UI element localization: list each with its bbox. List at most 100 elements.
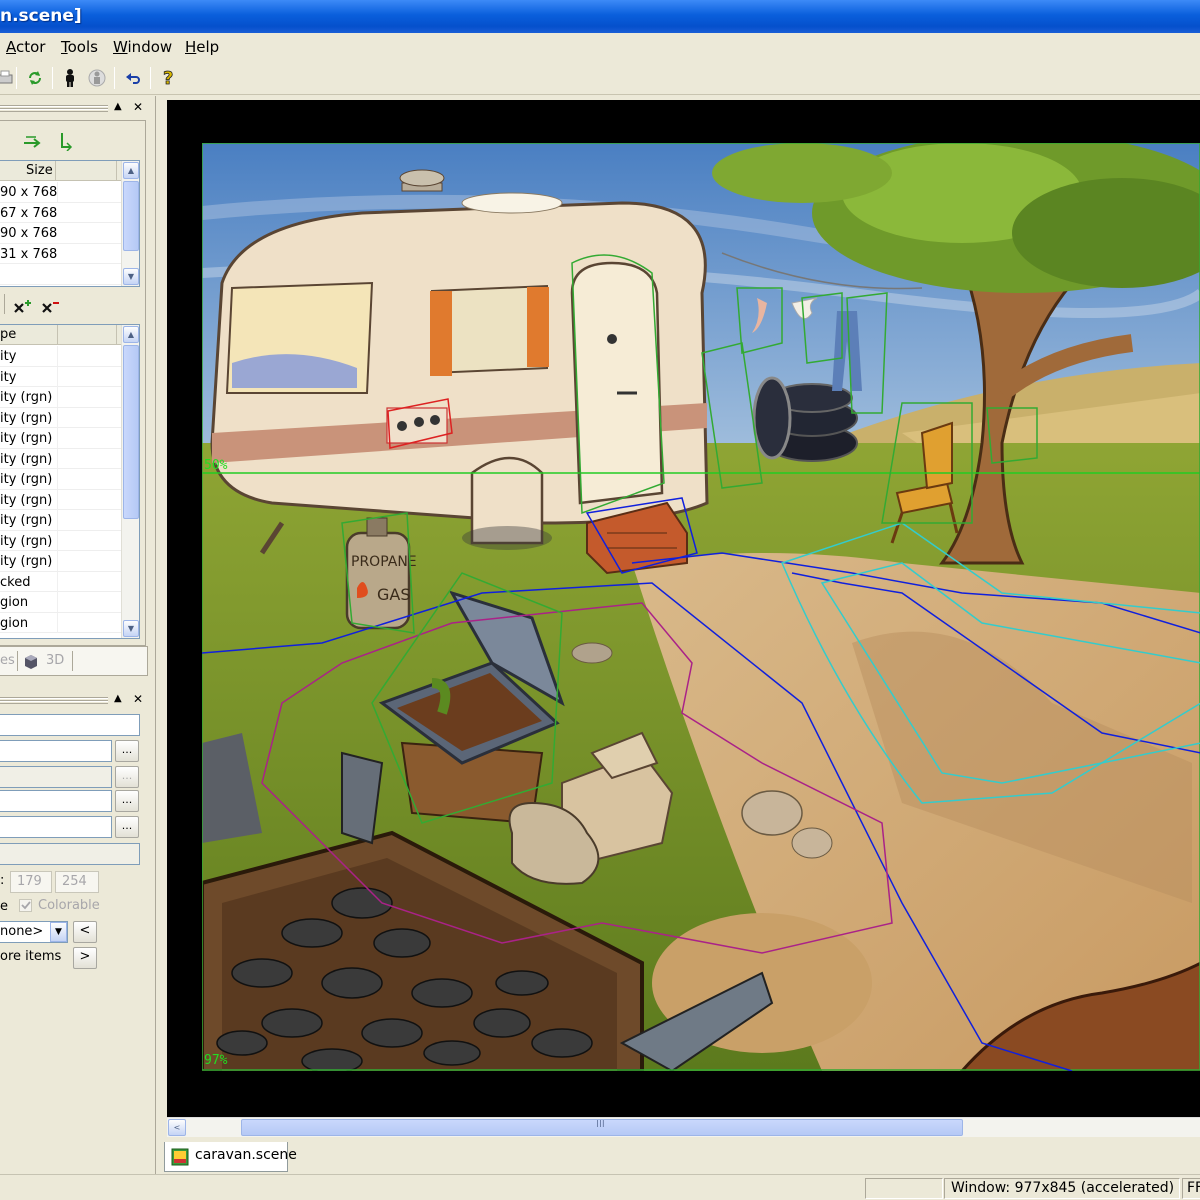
more-items-label: ore items <box>0 949 62 964</box>
column-header-size[interactable]: Size <box>26 163 53 178</box>
menu-tools[interactable]: Tools <box>61 38 98 56</box>
list-item-label: ity (rgn) <box>0 554 53 569</box>
refresh-icon[interactable] <box>24 67 46 89</box>
document-tabs: caravan.scene <box>156 1140 1200 1174</box>
scene-file-icon <box>171 1148 189 1170</box>
panel2-collapse-icon[interactable]: ▲ <box>114 693 122 704</box>
list-item-label: ity (rgn) <box>0 390 53 405</box>
list-item-label: ity (rgn) <box>0 513 53 528</box>
list-item-label: gion <box>0 595 29 610</box>
list-item[interactable]: ity (rgn) <box>0 551 121 572</box>
list-item[interactable]: ity <box>0 366 121 387</box>
list-item[interactable]: ity (rgn) <box>0 469 121 490</box>
property-field-1[interactable] <box>0 740 112 762</box>
state-combo[interactable]: none> ▼ <box>0 921 68 943</box>
list-item[interactable]: gion <box>0 592 121 613</box>
menu-help[interactable]: Help <box>185 38 219 56</box>
title-bar[interactable]: n.scene] <box>0 0 1200 33</box>
tab-caravan-scene[interactable]: caravan.scene <box>164 1142 297 1172</box>
inactive-actor-icon[interactable] <box>86 67 108 89</box>
tab-entities[interactable]: es <box>0 653 15 668</box>
zoom-bottom-label: 97% <box>204 1053 228 1068</box>
property-field-3[interactable] <box>0 790 112 812</box>
panel-collapse-icon[interactable]: ▲ <box>114 101 122 112</box>
coord-x-field[interactable]: 179 <box>10 871 52 893</box>
add-link-icon[interactable] <box>22 132 44 154</box>
entity-list-scrollbar[interactable]: ▲ ▼ <box>121 325 139 638</box>
list-item[interactable]: 67 x 768 <box>0 206 57 221</box>
scene-canvas[interactable]: PROPANE GAS 50% 97% <box>202 143 1200 1071</box>
tab-3d[interactable]: 3D <box>46 653 64 668</box>
colorable-prefix: e <box>0 899 8 914</box>
property-field-4[interactable] <box>0 816 112 838</box>
name-field[interactable] <box>0 714 140 736</box>
status-window: Window: 977x845 (accelerated) <box>944 1178 1180 1199</box>
panel-close-icon[interactable]: ✕ <box>133 100 143 114</box>
panel-grip[interactable] <box>0 104 108 112</box>
actor-icon[interactable] <box>59 67 81 89</box>
panel2-close-icon[interactable]: ✕ <box>133 692 143 706</box>
list-item[interactable]: 90 x 768 <box>0 226 57 241</box>
column-header-type[interactable]: pe <box>0 327 16 342</box>
scene-artwork: PROPANE GAS 50% 97% <box>202 143 1200 1071</box>
svg-text:?: ? <box>163 68 173 88</box>
list-item-label: cked <box>0 574 31 590</box>
status-fps: FF <box>1182 1178 1200 1199</box>
list-item[interactable]: gion <box>0 612 121 633</box>
list-item[interactable]: ity (rgn) <box>0 510 121 531</box>
scene-hscrollbar[interactable]: < III <box>167 1117 1200 1137</box>
scene-editor: PROPANE GAS 50% 97% < III caravan.scene <box>155 96 1200 1174</box>
help-icon[interactable]: ? <box>158 67 180 89</box>
insert-icon[interactable] <box>54 130 76 152</box>
status-bar: Window: 977x845 (accelerated) FF <box>0 1174 1200 1200</box>
cube-icon <box>24 654 38 674</box>
list-item[interactable]: 90 x 768 <box>0 185 57 200</box>
panel-grip-2[interactable] <box>0 696 108 704</box>
toolbar: ? <box>0 61 1200 95</box>
coords-label: : <box>0 873 5 888</box>
browse-button-3[interactable]: ... <box>115 790 139 812</box>
list-item-label: ity (rgn) <box>0 472 53 487</box>
print-icon[interactable] <box>0 67 16 89</box>
undo-icon[interactable] <box>122 67 144 89</box>
list-item[interactable]: 31 x 768 <box>0 247 57 262</box>
propane-text: PROPANE <box>351 554 417 570</box>
list-item[interactable]: ity (rgn) <box>0 448 121 469</box>
next-button[interactable]: > <box>73 947 97 969</box>
list-item[interactable]: ity (rgn) <box>0 530 121 551</box>
tab-label: caravan.scene <box>195 1147 297 1163</box>
entity-list[interactable]: pe ity ity ity (rgn) ity (rgn) ity (rgn) ity … <box>0 324 140 639</box>
scroll-thumb[interactable]: III <box>241 1119 963 1136</box>
list-item[interactable]: ity (rgn) <box>0 489 121 510</box>
scene-viewport[interactable]: PROPANE GAS 50% 97% <box>167 100 1200 1117</box>
gas-text: GAS <box>377 585 411 604</box>
chevron-down-icon[interactable]: ▼ <box>50 922 67 942</box>
status-cell-empty <box>865 1178 943 1199</box>
list-item[interactable]: ity (rgn) <box>0 407 121 428</box>
prev-button[interactable]: < <box>73 921 97 943</box>
list-item-label: ity <box>0 349 17 364</box>
list-item-label: ity (rgn) <box>0 431 53 446</box>
list-item[interactable]: ity <box>0 346 121 367</box>
scene-list[interactable]: Size 90 x 768 67 x 768 90 x 768 31 x 768… <box>0 160 140 287</box>
coord-y-field[interactable]: 254 <box>55 871 99 893</box>
remove-entity-icon[interactable] <box>40 296 62 318</box>
menu-bar: Actor Tools Window Help <box>0 33 1200 61</box>
scroll-left-button[interactable]: < <box>168 1119 186 1136</box>
menu-window[interactable]: Window <box>113 38 172 56</box>
zoom-top-label: 50% <box>204 458 228 473</box>
browse-button-4[interactable]: ... <box>115 816 139 838</box>
list-item[interactable]: cked <box>0 571 121 592</box>
colorable-checkbox[interactable] <box>19 899 32 912</box>
property-field-2[interactable] <box>0 766 112 788</box>
list-item-label: ity (rgn) <box>0 492 53 508</box>
menu-actor[interactable]: Actor <box>6 38 45 56</box>
list-item[interactable]: ity (rgn) <box>0 428 121 449</box>
add-entity-icon[interactable] <box>12 296 34 318</box>
property-field-5[interactable] <box>0 843 140 865</box>
list-scrollbar[interactable]: ▲ ▼ <box>121 161 139 286</box>
list-item[interactable]: ity (rgn) <box>0 387 121 408</box>
browse-button-2[interactable]: ... <box>115 766 139 788</box>
browse-button-1[interactable]: ... <box>115 740 139 762</box>
list-item-label: ity (rgn) <box>0 533 53 549</box>
